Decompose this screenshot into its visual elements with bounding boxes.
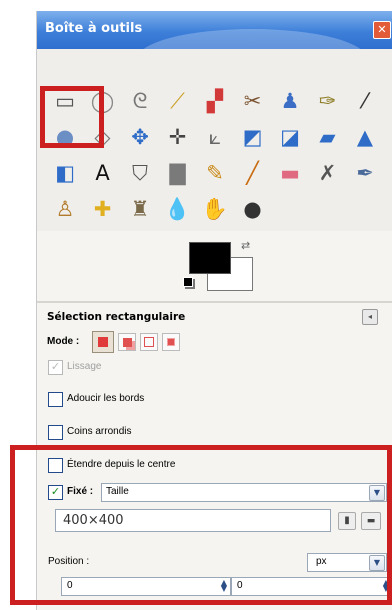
shear-icon[interactable]: ▰ [314, 123, 342, 151]
panel-separator [37, 301, 392, 303]
pencil-icon[interactable]: ✎ [201, 159, 229, 187]
rounded-corners-label: Coins arrondis [67, 426, 132, 437]
airbrush-icon[interactable]: ✗ [314, 159, 342, 187]
text-icon[interactable]: A [89, 159, 117, 187]
scale-icon[interactable]: ◪ [276, 123, 304, 151]
flip-icon[interactable]: ◧ [51, 159, 79, 187]
window-title: Boîte à outils [45, 21, 143, 36]
highlight-rect-select [40, 86, 104, 148]
color-picker-icon[interactable]: ⁄ [351, 87, 379, 115]
foreground-color-swatch[interactable] [189, 242, 231, 274]
tool-options-menu-button[interactable]: ◂ [362, 309, 378, 325]
mode-subtract-button[interactable] [140, 333, 158, 351]
tool-options-title: Sélection rectangulaire [47, 311, 186, 323]
mode-replace-icon [98, 337, 108, 347]
blend-icon[interactable]: ▇ [164, 159, 192, 187]
mode-replace-button[interactable] [92, 331, 114, 353]
blur-icon[interactable]: 💧 [164, 195, 192, 223]
clone-icon[interactable]: ♙ [51, 195, 79, 223]
foreground-select-icon[interactable]: ♟ [276, 87, 304, 115]
paths-icon[interactable]: ✑ [314, 87, 342, 115]
menu-arrow-icon: ◂ [367, 312, 372, 321]
close-icon: ✕ [377, 23, 387, 36]
close-button[interactable]: ✕ [373, 21, 391, 39]
color-area[interactable]: ⇄ [183, 239, 263, 291]
mode-add-button[interactable] [118, 333, 136, 351]
highlight-fixed-size-options [10, 445, 392, 605]
bucket-fill-icon[interactable]: ⛉ [126, 159, 154, 187]
crop-icon[interactable]: ⟀ [201, 123, 229, 151]
feather-edges-checkbox[interactable] [48, 392, 63, 407]
title-bar: Boîte à outils ✕ [37, 11, 392, 89]
dodge-burn-icon[interactable]: ● [239, 195, 267, 223]
swap-colors-icon[interactable]: ⇄ [241, 239, 250, 252]
fuzzy-select-icon[interactable]: ⟋ [164, 87, 192, 115]
antialias-label: Lissage [67, 361, 102, 372]
mode-intersect-button[interactable] [162, 333, 180, 351]
move-icon[interactable]: ✥ [126, 123, 154, 151]
heal-icon[interactable]: ✚ [89, 195, 117, 223]
mode-add-icon [122, 337, 132, 347]
antialias-checkbox[interactable]: ✓ [48, 360, 63, 375]
smudge-icon[interactable]: ✋ [201, 195, 229, 223]
default-colors-icon[interactable] [183, 277, 193, 287]
paintbrush-icon[interactable]: ╱ [239, 159, 267, 187]
rounded-corners-checkbox[interactable] [48, 425, 63, 440]
eraser-icon[interactable]: ▬ [276, 159, 304, 187]
free-select-icon[interactable]: ᘓ [126, 87, 154, 115]
align-icon[interactable]: ✛ [164, 123, 192, 151]
perspective-clone-icon[interactable]: ♜ [126, 195, 154, 223]
mode-intersect-icon [167, 338, 175, 346]
mode-subtract-icon [144, 337, 154, 347]
scissors-icon[interactable]: ✂ [239, 87, 267, 115]
mode-label: Mode : [47, 336, 80, 347]
color-select-icon[interactable]: ▞ [201, 87, 229, 115]
perspective-icon[interactable]: ▲ [351, 123, 379, 151]
feather-edges-label: Adoucir les bords [67, 393, 145, 404]
ink-icon[interactable]: ✒ [351, 159, 379, 187]
rotate-icon[interactable]: ◩ [239, 123, 267, 151]
